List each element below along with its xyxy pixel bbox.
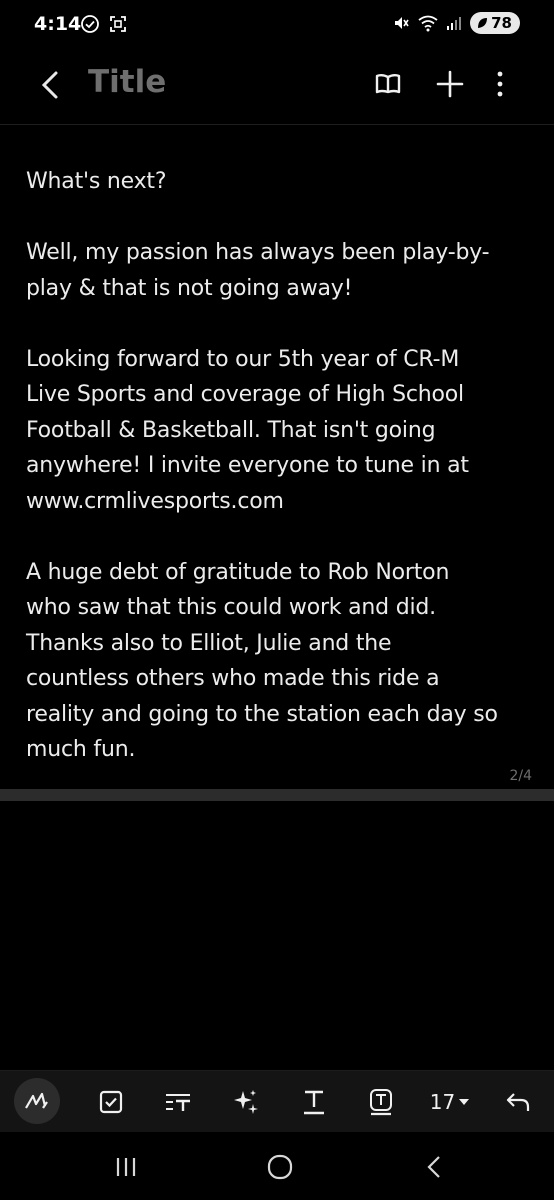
recent-apps-icon bbox=[116, 1158, 136, 1176]
battery-level: 78 bbox=[491, 14, 512, 32]
page-break-divider bbox=[0, 789, 554, 801]
screenshot-icon bbox=[110, 16, 126, 32]
back-button[interactable] bbox=[36, 68, 68, 102]
chevron-down-icon bbox=[459, 1099, 470, 1105]
chevron-left-icon bbox=[41, 71, 58, 99]
note-paragraph-1: What's next? bbox=[26, 169, 167, 194]
undo-button[interactable] bbox=[496, 1081, 540, 1123]
status-time: 4:14 bbox=[34, 13, 82, 35]
app-bar: Title bbox=[0, 50, 554, 120]
text-style-button[interactable] bbox=[156, 1081, 200, 1123]
note-paragraph-4: A huge debt of gratitude to Rob Norton w… bbox=[26, 559, 498, 763]
ai-sparkle-icon bbox=[234, 1090, 258, 1114]
wifi-icon bbox=[418, 15, 438, 32]
undo-icon bbox=[506, 1093, 530, 1111]
ai-assist-button[interactable] bbox=[224, 1081, 268, 1123]
text-style-icon bbox=[166, 1094, 190, 1111]
reading-mode-icon bbox=[375, 74, 401, 94]
recent-apps-button[interactable] bbox=[106, 1150, 146, 1184]
text-box-icon bbox=[370, 1089, 392, 1116]
reading-mode-button[interactable] bbox=[370, 66, 406, 102]
system-navigation-bar bbox=[0, 1132, 554, 1200]
check-circle-icon bbox=[81, 15, 99, 33]
more-options-button[interactable] bbox=[482, 66, 518, 102]
home-button[interactable] bbox=[260, 1150, 300, 1184]
signal-icon bbox=[447, 17, 462, 30]
font-size-value: 17 bbox=[429, 1090, 456, 1114]
note-body[interactable]: What's next? Well, my passion has always… bbox=[26, 164, 536, 803]
note-title[interactable]: Title bbox=[88, 64, 166, 100]
status-icons-right: 78 bbox=[392, 12, 520, 34]
text-box-button[interactable] bbox=[359, 1081, 403, 1123]
battery-indicator: 78 bbox=[470, 12, 520, 34]
nav-back-button[interactable] bbox=[414, 1150, 454, 1184]
pen-icon bbox=[25, 1092, 48, 1109]
pen-button[interactable] bbox=[14, 1078, 60, 1124]
more-options-icon bbox=[497, 71, 503, 97]
add-button[interactable] bbox=[432, 66, 468, 102]
text-color-button[interactable] bbox=[292, 1081, 336, 1123]
status-bar: 4:14 78 bbox=[0, 0, 554, 50]
app-bar-divider bbox=[0, 124, 554, 125]
status-icons-left bbox=[80, 14, 128, 34]
note-paragraph-3: Looking forward to our 5th year of CR-M … bbox=[26, 346, 469, 514]
font-size-selector[interactable]: 17 bbox=[424, 1081, 476, 1123]
mute-icon bbox=[395, 17, 409, 29]
home-icon bbox=[267, 1154, 293, 1180]
checkbox-icon bbox=[99, 1090, 123, 1114]
formatting-toolbar: 17 bbox=[0, 1070, 554, 1133]
note-paragraph-2: Well, my passion has always been play-by… bbox=[26, 240, 490, 301]
back-icon bbox=[427, 1156, 440, 1178]
battery-saver-icon bbox=[478, 18, 488, 28]
page-indicator: 2/4 bbox=[509, 768, 532, 784]
text-color-icon bbox=[304, 1090, 324, 1115]
add-icon bbox=[436, 70, 464, 98]
checkbox-button[interactable] bbox=[89, 1081, 133, 1123]
